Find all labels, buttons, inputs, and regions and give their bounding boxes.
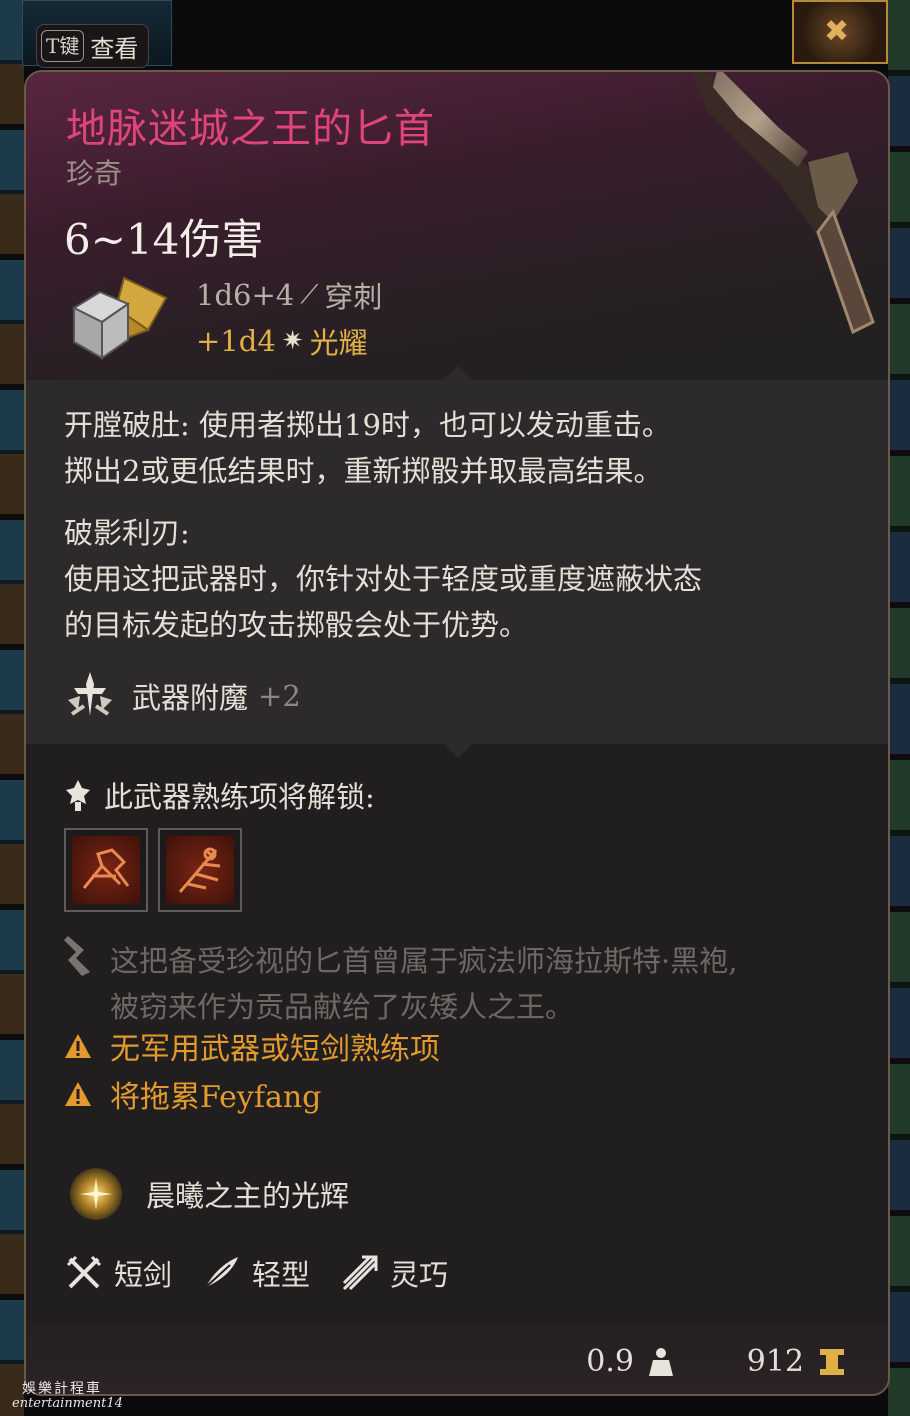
- weapon-enchantment: 武器附魔 +2: [64, 670, 301, 722]
- weapon-actions: [64, 828, 242, 912]
- dice-icon: [71, 276, 168, 360]
- gold-icon: [820, 1348, 844, 1375]
- item-price: 912: [747, 1344, 846, 1379]
- weight-icon: [649, 1347, 673, 1376]
- dagger-art-icon: [692, 72, 875, 335]
- damage-type: 穿刺: [324, 280, 383, 314]
- property-label: 轻型: [252, 1258, 311, 1292]
- warning-icon: [65, 1034, 91, 1058]
- price-value: 912: [746, 1344, 804, 1379]
- weight-value: 0.9: [586, 1344, 634, 1379]
- key-hint: T键: [41, 30, 85, 62]
- warning-text: 将拖累Feyfang: [110, 1080, 322, 1115]
- passives-section: 开膛破肚: 使用者掷出19时，也可以发动重击。 掷出2或更低结果时，重新掷骰并取…: [26, 365, 888, 744]
- enchant-label: 武器附魔: [132, 681, 249, 715]
- enchant-value: +2: [258, 679, 301, 713]
- lore-line: 这把备受珍视的匕首曾属于疯法师海拉斯特·黑袍,: [110, 944, 738, 978]
- inspect-hint[interactable]: T键 查看: [36, 24, 150, 68]
- special-ability[interactable]: 晨曦之主的光辉: [70, 1168, 349, 1220]
- property-finesse: 灵巧: [340, 1252, 448, 1294]
- passive-text: 掷出2或更低结果时，重新掷骰并取最高结果。: [64, 454, 663, 488]
- item-name: 地脉迷城之王的匕首: [66, 106, 435, 152]
- lore-text: 这把备受珍视的匕首曾属于疯法师海拉斯特·黑袍, 被窃来作为贡品献给了灰矮人之王。: [110, 938, 737, 1030]
- passive-text: 开膛破肚: 使用者掷出19时，也可以发动重击。: [64, 408, 671, 442]
- passive-title: 破影利刃:: [64, 516, 190, 550]
- finesse-icon: [342, 1255, 378, 1291]
- unlock-icon: [66, 780, 90, 811]
- crossed-swords-icon: [66, 1255, 102, 1289]
- gloves-icon: ✖: [824, 14, 850, 49]
- radiant-icon: ✷: [281, 326, 304, 356]
- warning-text: 无军用武器或短剑熟练项: [110, 1032, 440, 1067]
- weapon-properties: 短剑 轻型 灵巧: [64, 1252, 460, 1294]
- passive-text: 的目标发起的攻击掷骰会处于优势。: [64, 608, 529, 642]
- dice-value: +1d4: [196, 324, 276, 358]
- radiance-icon: [70, 1168, 122, 1220]
- inventory-strip-right: [888, 0, 910, 1416]
- tooltip-header: 地脉迷城之王的匕首 珍奇 6~14伤害 1d6+4 ⟋ 穿刺 +1d4 ✷ 光耀: [26, 72, 888, 382]
- passive-text: 使用这把武器时，你针对处于轻度或重度遮蔽状态: [64, 562, 703, 596]
- inspect-label: 查看: [90, 34, 139, 63]
- damage-roll-radiant: +1d4 ✷ 光耀: [196, 320, 368, 362]
- item-weight: 0.9: [586, 1344, 674, 1379]
- proficiency-header: 此武器熟练项将解锁:: [64, 774, 375, 816]
- watermark-en: entertainment14: [12, 1396, 123, 1411]
- details-section: 此武器熟练项将解锁: 这把备受珍视的匕首曾属于疯法师海拉斯特·黑袍, 被窃来作为…: [26, 729, 888, 1324]
- property-label: 灵巧: [390, 1258, 449, 1292]
- warning-icon: [65, 1082, 91, 1106]
- watermark-cn: 娛樂計程車: [22, 1381, 102, 1397]
- property-shortsword: 短剑: [64, 1252, 172, 1294]
- property-light: 轻型: [202, 1252, 310, 1294]
- weapon-action-tile[interactable]: [158, 828, 242, 912]
- piercing-icon: ⟋: [300, 279, 319, 310]
- damage-roll-piercing: 1d6+4 ⟋ 穿刺: [196, 274, 382, 316]
- damage-type: 光耀: [309, 326, 368, 360]
- warning-encumber: 将拖累Feyfang: [64, 1072, 321, 1116]
- weapon-action-1-icon: [82, 848, 130, 889]
- inventory-slot-gloves[interactable]: ✖: [792, 0, 888, 64]
- proficiency-text: 此武器熟练项将解锁:: [104, 780, 375, 814]
- inventory-strip-left: [0, 0, 24, 1416]
- item-rarity: 珍奇: [66, 157, 123, 190]
- damage-range: 6~14伤害: [64, 215, 264, 264]
- feather-icon: [205, 1257, 239, 1288]
- property-label: 短剑: [114, 1258, 173, 1292]
- weapon-action-tile[interactable]: [64, 828, 148, 912]
- tooltip-footer: 0.9 912: [26, 1324, 888, 1394]
- warning-proficiency: 无军用武器或短剑熟练项: [64, 1024, 440, 1068]
- quill-icon: [64, 936, 90, 976]
- weapon-action-2-icon: [178, 847, 221, 893]
- enchant-icon: [68, 672, 112, 716]
- item-tooltip: 地脉迷城之王的匕首 珍奇 6~14伤害 1d6+4 ⟋ 穿刺 +1d4 ✷ 光耀…: [24, 70, 890, 1396]
- special-ability-name: 晨曦之主的光辉: [146, 1179, 350, 1213]
- dice-value: 1d6+4: [196, 278, 295, 312]
